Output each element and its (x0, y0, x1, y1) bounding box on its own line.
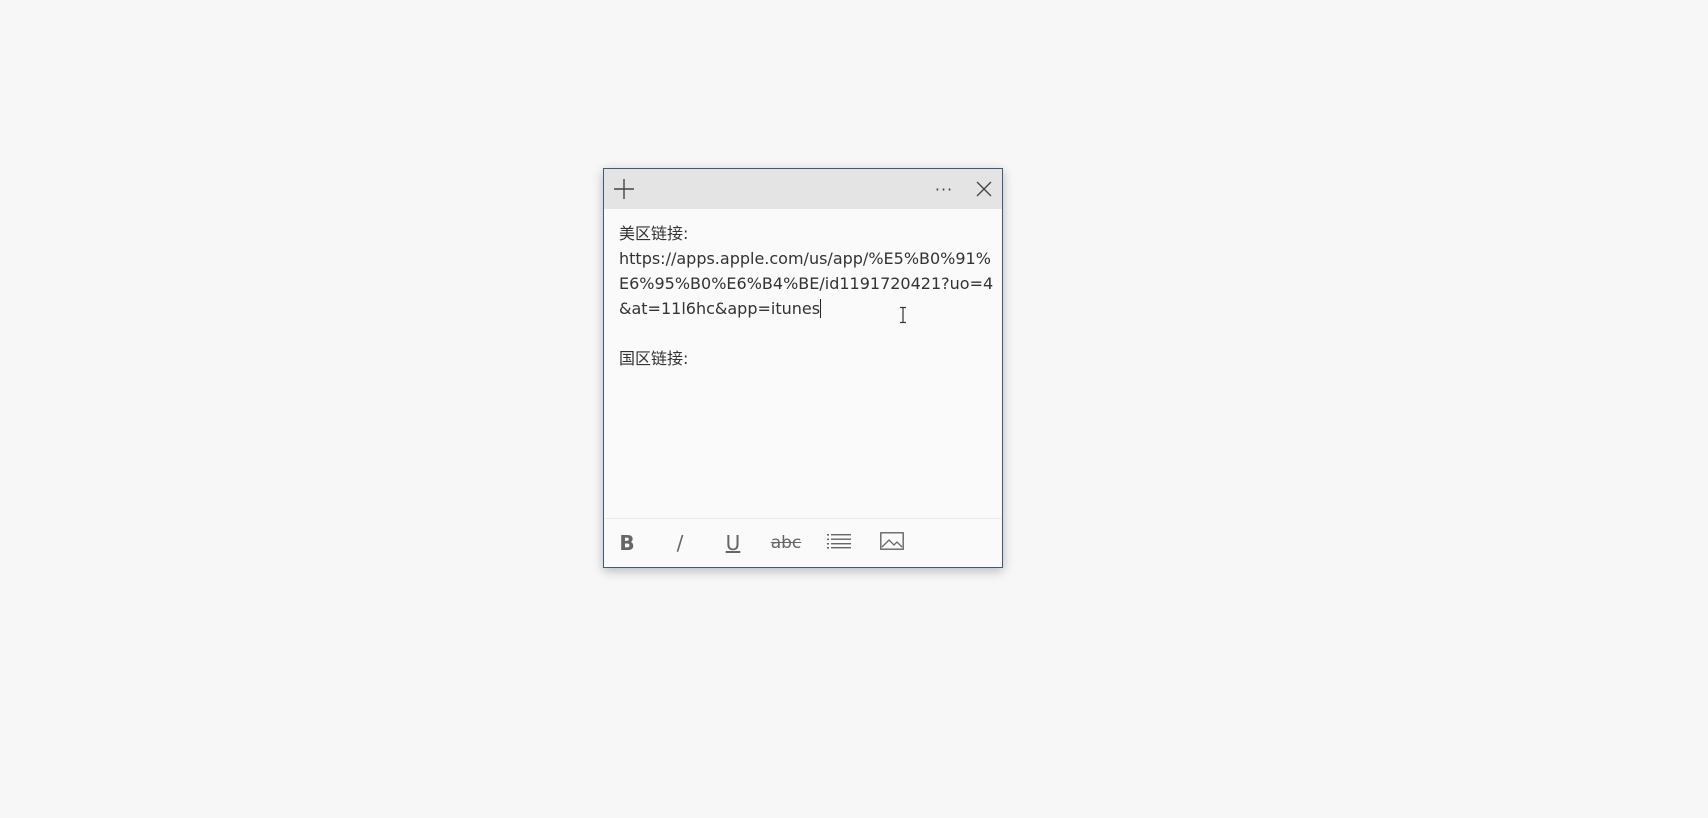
text-caret (820, 299, 822, 318)
underline-icon: U (725, 531, 741, 555)
sticky-note-window: ··· 美区链接: https://apps.apple.com/us/app/… (603, 168, 1003, 568)
insert-image-button[interactable] (872, 519, 912, 567)
plus-icon (613, 178, 635, 200)
strikethrough-icon: abc (770, 533, 802, 553)
italic-icon: / (676, 531, 684, 555)
new-note-button[interactable] (604, 169, 644, 209)
bullet-list-button[interactable] (819, 519, 859, 567)
note-line-url-1: https://apps.apple.com/us/app/%E5%B0%91% (619, 249, 991, 268)
note-titlebar[interactable]: ··· (604, 169, 1002, 209)
more-options-button[interactable]: ··· (924, 169, 964, 209)
bold-icon: B (619, 531, 635, 555)
image-icon (880, 532, 904, 554)
note-text-area[interactable]: 美区链接: https://apps.apple.com/us/app/%E5%… (619, 221, 994, 471)
more-icon: ··· (934, 179, 954, 199)
note-line-us-label: 美区链接: (619, 224, 689, 243)
note-line-cn-label: 国区链接: (619, 349, 689, 368)
close-button[interactable] (964, 169, 1004, 209)
note-line-url-3-text: &at=11l6hc&app=itunes (619, 299, 821, 318)
strikethrough-button[interactable]: abc (766, 519, 806, 567)
bullet-list-icon (827, 533, 851, 553)
note-line-url-2: E6%95%B0%E6%B4%BE/id1191720421?uo=4 (619, 274, 994, 293)
close-icon (976, 181, 992, 197)
format-toolbar: B / U abc (604, 518, 1002, 567)
underline-button[interactable]: U (713, 519, 753, 567)
italic-button[interactable]: / (660, 519, 700, 567)
note-line-url-3: &at=11l6hc&app=itunes (619, 296, 989, 321)
bold-button[interactable]: B (607, 519, 647, 567)
text-cursor-ibeam-icon (895, 306, 911, 324)
note-line-blank (619, 321, 989, 346)
